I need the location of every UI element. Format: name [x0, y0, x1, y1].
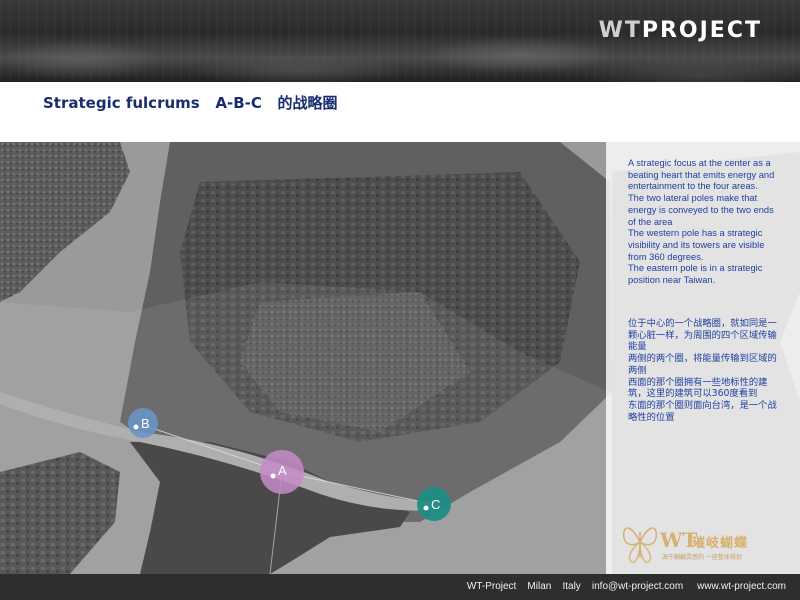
wt-butterfly-logo: WT 璀岐蝴蝶 源于翩翩灵感的 一座整体规划: [620, 516, 792, 566]
butterfly-icon: [622, 527, 658, 563]
marker-a-label: A: [278, 463, 287, 478]
footer-contact: WT-Project Milan Italy info@wt-project.c…: [466, 581, 786, 592]
brand-chinese-name: 璀岐蝴蝶: [692, 536, 749, 551]
marker-c-dot: [423, 505, 429, 511]
marker-b[interactable]: B: [128, 408, 158, 438]
footer-bar: WT-Project Milan Italy info@wt-project.c…: [0, 574, 800, 600]
en-paragraph: The eastern pole is in a strategic posit…: [628, 263, 763, 286]
marker-a[interactable]: A: [260, 450, 304, 494]
zh-paragraph: 东面的那个圈则面向台湾，是一个战略性的位置: [628, 399, 777, 423]
marker-b-dot: [133, 424, 139, 430]
english-description: A strategic focus at the center as a bea…: [628, 158, 778, 287]
wt-project-logo: WTPROJECT: [599, 18, 762, 43]
en-paragraph: A strategic focus at the center as a bea…: [628, 158, 775, 192]
marker-b-label: B: [141, 416, 150, 431]
header-banner: WTPROJECT: [0, 0, 800, 82]
brand-tagline: 源于翩翩灵感的 一座整体规划: [662, 554, 742, 561]
marker-a-dot: [270, 473, 276, 479]
slide-title: Strategic fulcrums A-B-C 的战略圈: [43, 94, 338, 112]
zh-paragraph: 位于中心的一个战略圈，就如同是一颗心脏一样，为周围的四个区域传输能量: [628, 318, 777, 353]
zh-paragraph: 西面的那个圈拥有一些地标性的建筑，这里的建筑可以360度看到: [628, 376, 768, 400]
marker-c[interactable]: C: [417, 487, 451, 521]
en-paragraph: The western pole has a strategic visibil…: [628, 228, 765, 262]
marker-c-label: C: [431, 497, 440, 512]
zh-paragraph: 两侧的两个圈，将能量传输到区域的两侧: [628, 353, 777, 376]
logo-prefix: WT: [598, 18, 642, 43]
en-paragraph: The two lateral poles make that energy i…: [628, 193, 774, 227]
logo-suffix: PROJECT: [641, 18, 762, 43]
chinese-description: 位于中心的一个战略圈，就如同是一颗心脏一样，为周围的四个区域传输能量 两侧的两个…: [628, 318, 778, 423]
